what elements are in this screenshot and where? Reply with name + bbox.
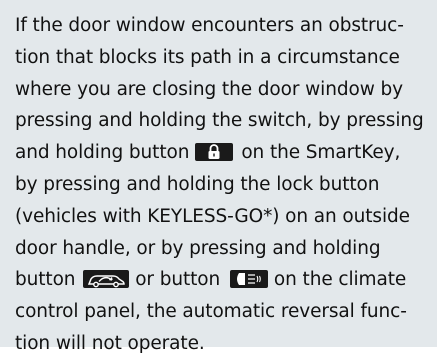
note-line-8: door handle, or by pressing and holding xyxy=(15,237,381,259)
note-line-5-text-a: and holding button xyxy=(15,142,190,164)
note-line-9-text-b: or button xyxy=(135,269,221,291)
note-line-5: and holding button on the SmartKey, xyxy=(15,137,427,169)
note-line-9: button or button on the climate xyxy=(15,264,427,296)
note-line-10: control panel, the automatic reversal fu… xyxy=(15,301,407,323)
lock-icon xyxy=(195,143,234,162)
note-line-9-text-c: on the climate xyxy=(273,269,407,291)
note-line-5-text-b: on the SmartKey, xyxy=(241,142,401,164)
note-line-2: tion that blocks its path in a circumsta… xyxy=(15,46,400,68)
note-line-7: (vehicles with KEYLESS-GO*) on an outsid… xyxy=(15,205,410,227)
rear-window-defrost-icon xyxy=(229,270,268,289)
note-line-1: If the door window encounters an obstruc… xyxy=(15,15,404,36)
note-line-9-text-a: button xyxy=(15,269,76,291)
note-line-4: pressing and holding the switch, by pres… xyxy=(15,110,424,132)
note-line-6: by pressing and holding the lock button xyxy=(15,173,380,195)
note-box: If the door window encounters an obstruc… xyxy=(0,0,437,354)
car-recirculation-icon xyxy=(83,270,130,289)
note-line-3: where you are closing the door window by xyxy=(15,78,403,100)
note-line-11: tion will not operate. xyxy=(15,332,205,354)
